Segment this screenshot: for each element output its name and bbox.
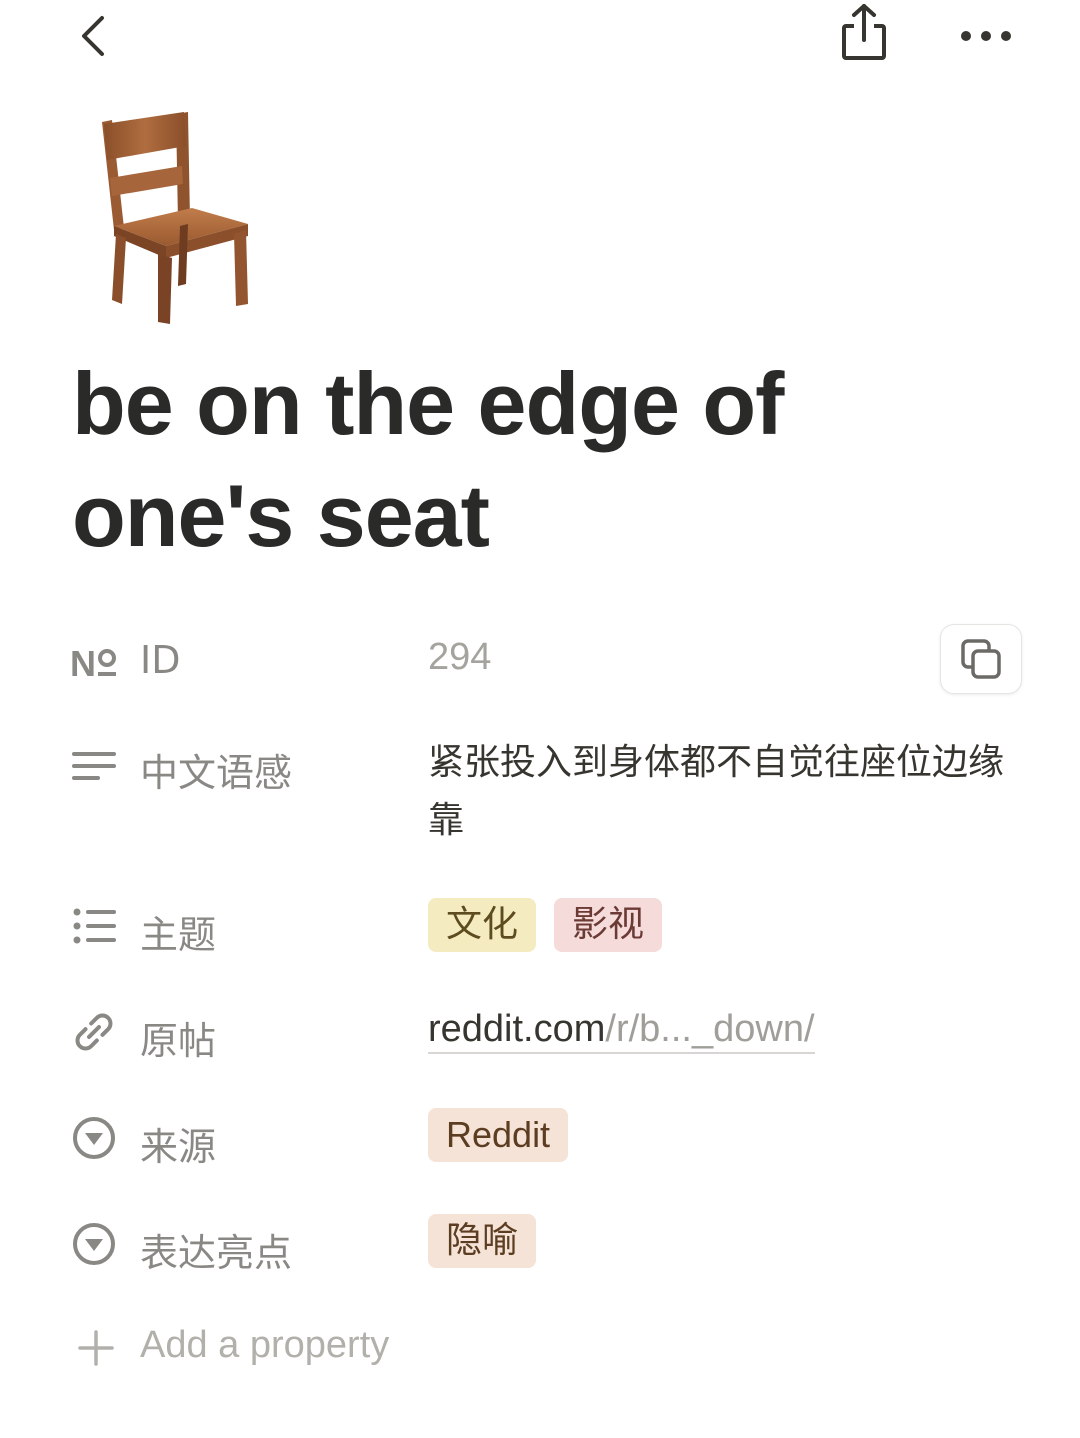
select-icon <box>70 1114 118 1162</box>
property-row-id: N ID 294 <box>0 630 1080 690</box>
share-icon <box>842 4 886 60</box>
page-title-line-1: be on the edge of <box>72 354 784 453</box>
property-value-id[interactable]: 294 <box>428 636 491 679</box>
property-label-source-post: 原帖 <box>140 1019 217 1063</box>
property-label-id: ID <box>140 638 181 682</box>
property-value-source[interactable]: Reddit <box>428 1108 586 1162</box>
tag-culture[interactable]: 文化 <box>428 898 537 952</box>
tag-film-tv[interactable]: 影视 <box>554 898 663 952</box>
source-post-link[interactable]: reddit.com/r/b..._down/ <box>428 1008 815 1054</box>
add-property-label: Add a property <box>140 1324 390 1366</box>
property-label-chinese-sense: 中文语感 <box>140 751 293 795</box>
property-value-chinese-sense[interactable]: 紧张投入到身体都不自觉往座位边缘靠 <box>428 734 1028 850</box>
svg-text:N: N <box>70 643 96 684</box>
property-value-source-post[interactable]: reddit.com/r/b..._down/ <box>428 1008 815 1054</box>
more-options-button[interactable] <box>952 16 1020 56</box>
chevron-left-icon <box>82 16 104 56</box>
property-label-topic: 主题 <box>140 913 217 957</box>
plus-icon <box>78 1330 114 1366</box>
property-label-source: 来源 <box>140 1125 217 1169</box>
tag-reddit[interactable]: Reddit <box>428 1108 569 1162</box>
select-icon <box>70 1220 118 1268</box>
property-row-topic: 主题 文化 影视 <box>0 896 1080 957</box>
tag-metaphor[interactable]: 隐喻 <box>428 1214 537 1268</box>
multi-select-icon <box>70 902 118 950</box>
property-value-highlight[interactable]: 隐喻 <box>428 1214 554 1268</box>
top-bar <box>0 0 1080 80</box>
link-domain: reddit.com <box>428 1008 606 1050</box>
add-property-button[interactable]: Add a property <box>78 1318 438 1378</box>
property-row-source-post: 原帖 reddit.com/r/b..._down/ <box>0 1002 1080 1063</box>
more-horizontal-icon <box>961 31 1011 41</box>
copy-icon <box>961 639 1001 679</box>
page-title[interactable]: be on the edge of one's seat <box>72 348 972 572</box>
property-row-chinese-sense: 中文语感 紧张投入到身体都不自觉往座位边缘靠 <box>0 734 1080 854</box>
number-icon: N <box>70 636 118 684</box>
property-row-source: 来源 Reddit <box>0 1108 1080 1169</box>
back-button[interactable] <box>70 8 118 64</box>
text-lines-icon <box>70 742 118 790</box>
link-path: /r/b..._down/ <box>605 1008 815 1050</box>
share-button[interactable] <box>836 2 892 64</box>
chair-icon <box>102 112 248 324</box>
link-icon <box>70 1008 118 1056</box>
property-value-topic[interactable]: 文化 影视 <box>428 898 680 952</box>
property-row-highlight: 表达亮点 隐喻 <box>0 1214 1080 1275</box>
page-icon-chair[interactable] <box>92 108 262 330</box>
copy-button[interactable] <box>940 624 1022 694</box>
page-title-line-2: one's seat <box>72 466 490 565</box>
property-label-highlight: 表达亮点 <box>140 1231 293 1275</box>
